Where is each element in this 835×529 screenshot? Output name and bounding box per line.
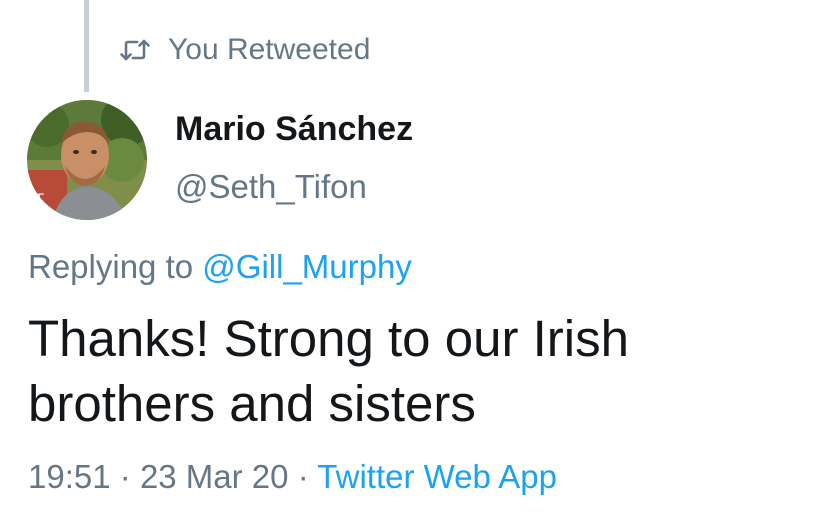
tweet-source-link[interactable]: Twitter Web App [317,458,557,495]
reply-mention-link[interactable]: @Gill_Murphy [202,248,412,285]
retweet-label: You Retweeted [168,33,371,66]
tweet-meta: 19:51 · 23 Mar 20 · Twitter Web App [28,458,557,496]
retweet-icon [118,35,152,65]
tweet-date[interactable]: 23 Mar 20 [140,458,289,495]
tweet-text-line: brothers and sisters [28,375,476,432]
meta-separator: · [297,458,309,495]
tweet-text-line: Thanks! Strong to our Irish [28,310,629,367]
svg-text:T: T [34,192,44,208]
author-display-name[interactable]: Mario Sánchez [175,110,413,149]
retweet-context: You Retweeted [118,30,370,70]
author-handle[interactable]: @Seth_Tifon [175,168,367,206]
replying-to: Replying to @Gill_Murphy [28,248,412,286]
tweet-text: Thanks! Strong to our Irish brothers and… [28,306,808,436]
avatar[interactable]: T [27,100,147,220]
meta-separator: · [119,458,131,495]
tweet-time[interactable]: 19:51 [28,458,111,495]
replying-prefix: Replying to [28,248,194,285]
thread-connector-line [84,0,89,92]
